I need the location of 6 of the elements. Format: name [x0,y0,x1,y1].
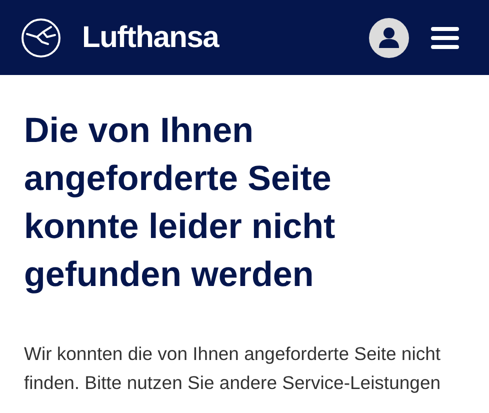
page-heading: Die von Ihnen angeforderte Seite konnte leider nicht gefunden werden [24,110,336,296]
menu-icon[interactable] [431,26,459,48]
user-icon[interactable] [369,18,409,58]
brand-name: Lufthansa [82,20,219,56]
error-message: Wir konnten die von Ihnen angeforderte Seite nicht finden. Bitte nutzen Sie andere Service-Leistungen [24,342,442,395]
bird-logo-icon[interactable] [21,18,61,58]
